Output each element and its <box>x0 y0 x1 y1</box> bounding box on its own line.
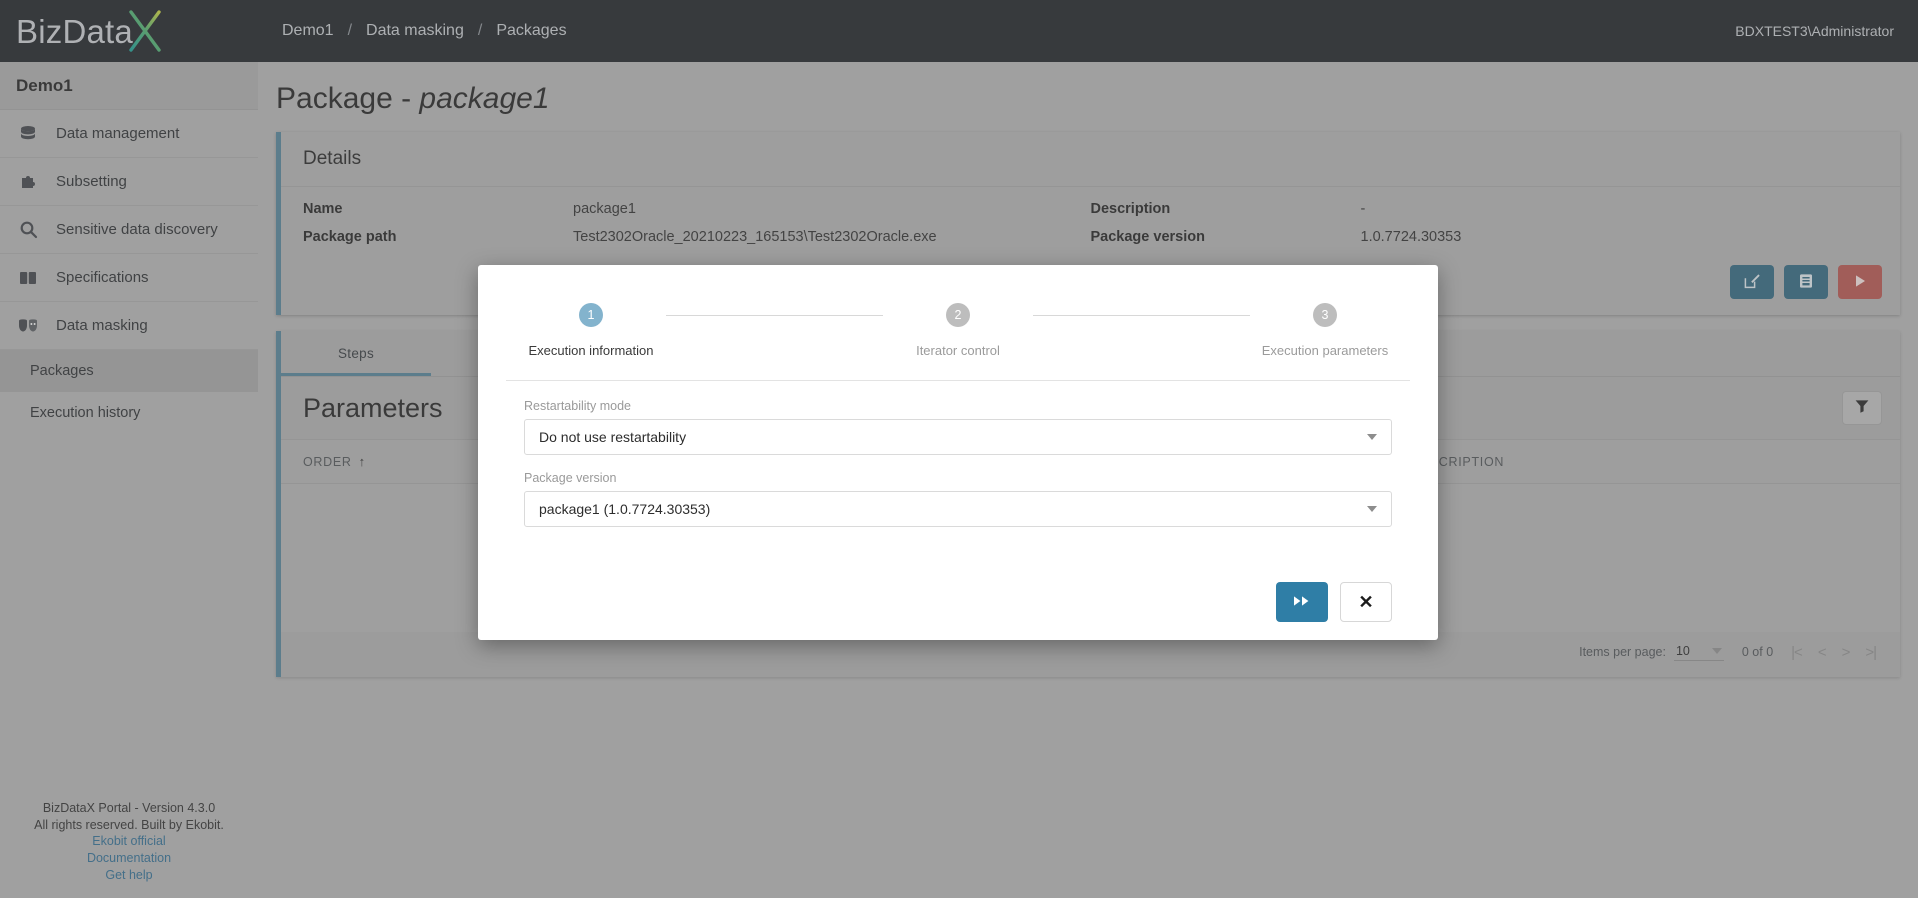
app-root: BizData Demo1 Data management Subsetting… <box>0 0 1918 898</box>
close-x-icon: ✕ <box>1358 591 1374 612</box>
dialog-actions: ✕ <box>506 582 1410 622</box>
chevron-down-icon <box>1367 506 1377 512</box>
selected-value: package1 (1.0.7724.30353) <box>539 501 711 517</box>
field-label: Restartability mode <box>524 399 631 413</box>
step-label: Iterator control <box>916 343 1000 358</box>
step-label: Execution parameters <box>1261 343 1389 358</box>
wizard-step-3[interactable]: 3 Execution parameters <box>1250 303 1400 358</box>
stepper-connector <box>666 315 883 316</box>
next-step-button[interactable] <box>1276 582 1328 622</box>
restartability-mode-field: Restartability mode Do not use restartab… <box>524 399 1392 455</box>
field-label: Package version <box>524 471 617 485</box>
step-number-badge: 1 <box>579 303 603 327</box>
chevron-down-icon <box>1367 434 1377 440</box>
restartability-mode-select[interactable]: Do not use restartability <box>524 419 1392 455</box>
package-version-select[interactable]: package1 (1.0.7724.30353) <box>524 491 1392 527</box>
step-number-badge: 3 <box>1313 303 1337 327</box>
cancel-button[interactable]: ✕ <box>1340 582 1392 622</box>
package-version-field: Package version package1 (1.0.7724.30353… <box>524 471 1392 527</box>
step-label: Execution information <box>528 343 654 358</box>
execution-information-form: Restartability mode Do not use restartab… <box>506 381 1410 543</box>
selected-value: Do not use restartability <box>539 429 687 445</box>
execution-wizard-dialog: 1 Execution information 2 Iterator contr… <box>478 265 1438 640</box>
wizard-step-1[interactable]: 1 Execution information <box>516 303 666 358</box>
wizard-stepper: 1 Execution information 2 Iterator contr… <box>506 289 1410 358</box>
fast-forward-icon <box>1292 594 1312 611</box>
step-number-badge: 2 <box>946 303 970 327</box>
stepper-connector <box>1033 315 1250 316</box>
wizard-step-2[interactable]: 2 Iterator control <box>883 303 1033 358</box>
